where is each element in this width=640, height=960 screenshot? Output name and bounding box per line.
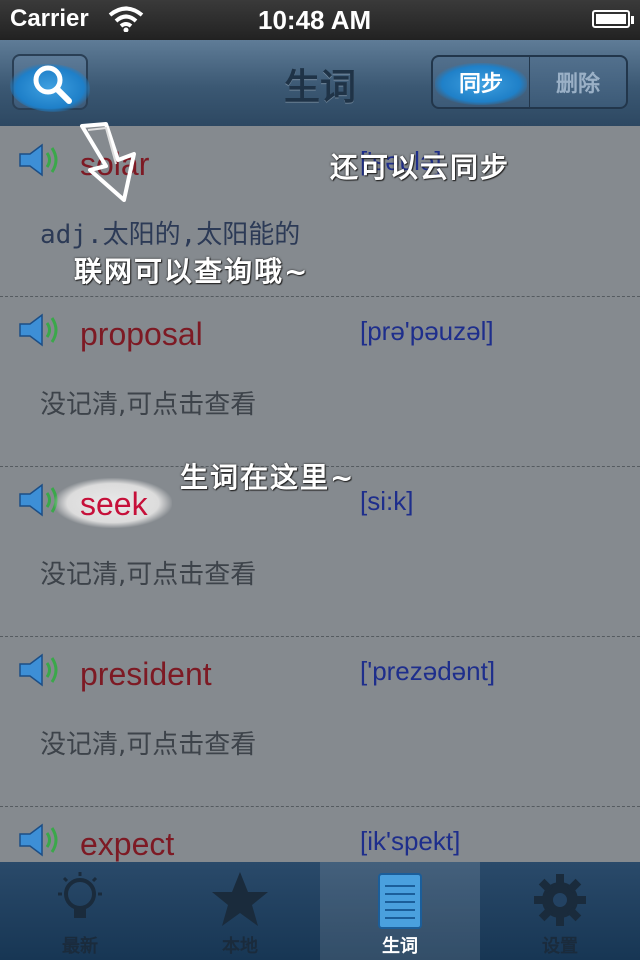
definition-text: 没记清,可点击查看	[40, 560, 257, 590]
word-text: president	[80, 656, 212, 692]
status-bar: Carrier 10:48 AM	[0, 0, 640, 40]
lookup-annotation: 联网可以查询哦~	[74, 255, 310, 288]
star-icon	[212, 872, 268, 926]
speaker-icon[interactable]	[18, 142, 64, 178]
tab-bar: 最新 本地 生词 设置	[0, 862, 640, 960]
clock: 10:48 AM	[258, 5, 372, 35]
search-icon	[33, 65, 72, 104]
notepad-icon	[378, 873, 422, 929]
tab-latest[interactable]: 最新	[0, 862, 160, 960]
lightbulb-icon	[58, 872, 102, 918]
definition-text: 没记清,可点击查看	[40, 730, 257, 760]
phonetic-text: [si:k]	[360, 486, 414, 516]
delete-segment[interactable]: 删除	[529, 57, 626, 107]
gear-icon	[534, 874, 586, 926]
tab-vocabulary[interactable]: 生词	[320, 862, 480, 960]
page-title: 生词	[283, 67, 356, 108]
search-button[interactable]	[10, 54, 90, 112]
speaker-icon[interactable]	[18, 822, 64, 858]
definition-text: 没记清,可点击查看	[40, 390, 257, 420]
wifi-icon	[108, 6, 144, 32]
word-row-proposal[interactable]: proposal [prə'pəuzəl] 没记清,可点击查看	[0, 296, 640, 467]
word-row-president[interactable]: president ['prezədənt] 没记清,可点击查看	[0, 636, 640, 807]
speaker-icon[interactable]	[18, 652, 64, 688]
hand-drawn-arrow-icon	[80, 122, 136, 202]
tab-settings[interactable]: 设置	[480, 862, 640, 960]
carrier-label: Carrier	[10, 5, 89, 32]
sync-segment[interactable]: 同步	[433, 57, 529, 107]
word-row-expect[interactable]: expect [ik'spekt]	[0, 806, 640, 862]
word-text: seek	[80, 486, 148, 522]
definition-text: adj.太阳的,太阳能的	[40, 220, 301, 250]
speaker-icon[interactable]	[18, 312, 64, 348]
word-text: expect	[80, 826, 175, 862]
battery-icon	[592, 10, 634, 28]
phonetic-text: [ik'spekt]	[360, 826, 461, 856]
phonetic-text: [prə'pəuzəl]	[360, 316, 494, 346]
tab-local[interactable]: 本地	[160, 862, 320, 960]
nav-bar: 生词 同步 删除	[0, 40, 640, 126]
sync-annotation: 还可以云同步	[330, 151, 511, 184]
sync-delete-segmented-control: 同步 删除	[431, 55, 628, 109]
phonetic-text: ['prezədənt]	[360, 656, 496, 686]
here-annotation: 生词在这里~	[180, 461, 356, 494]
word-text: proposal	[80, 316, 203, 352]
